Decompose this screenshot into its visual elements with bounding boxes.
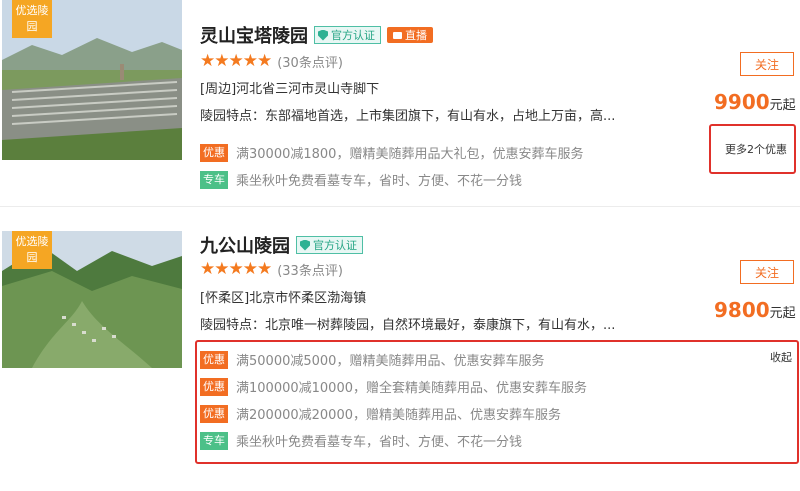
official-badge: 官方认证	[314, 26, 381, 44]
promo-text: 满50000减5000，赠精美随葬用品、优惠安葬车服务	[236, 354, 545, 369]
collapse-button[interactable]: 收起	[770, 349, 792, 365]
featured-tag: 优选陵园	[12, 231, 52, 269]
promo-text: 满100000减10000，赠全套精美随葬用品、优惠安葬车服务	[236, 381, 587, 396]
promo-label: 专车	[200, 170, 228, 189]
feature-text: 陵园特点：东部福地首选，上市集团旗下，有山有水，占地上万亩，高...	[200, 109, 616, 124]
follow-button[interactable]: 关注	[740, 260, 794, 284]
price-unit: 元起	[769, 98, 796, 113]
official-badge-label: 官方认证	[331, 29, 375, 42]
featured-tag: 优选陵园	[12, 0, 52, 38]
feature-text: 陵园特点：北京唯一树葬陵园，自然环境最好，泰康旗下，有山有水，...	[200, 318, 616, 333]
promo-text: 乘坐秋叶免费看墓专车，省时、方便、不花一分钱	[236, 174, 523, 189]
follow-button[interactable]: 关注	[740, 52, 794, 76]
review-count[interactable]: (30条点评)	[277, 52, 343, 71]
live-badge[interactable]: 直播	[387, 27, 433, 43]
promo-label: 优惠	[200, 404, 228, 423]
cemetery-photo-1[interactable]: 优选陵园	[2, 0, 182, 160]
promo-text: 乘坐秋叶免费看墓专车，省时、方便、不花一分钱	[236, 435, 523, 450]
star-rating: ★★★★★	[200, 259, 272, 279]
rating: ★★★★★ (30条点评)	[200, 51, 343, 71]
promo-item: 优惠 满30000减1800，赠精美随葬用品大礼包，优惠安葬车服务	[200, 143, 583, 162]
video-camera-icon	[393, 31, 402, 39]
promo-label: 优惠	[200, 143, 228, 162]
price: 9800元起	[714, 298, 796, 322]
price: 9900元起	[714, 90, 796, 114]
title-row: 九公山陵园 官方认证	[200, 232, 363, 258]
shield-icon	[318, 29, 328, 41]
promo-label: 优惠	[200, 377, 228, 396]
promo-item: 优惠 满200000减20000，赠精美随葬用品、优惠安葬车服务	[200, 404, 561, 423]
card-divider	[0, 206, 800, 207]
promo-label: 专车	[200, 431, 228, 450]
more-offers-label: 更多2个优惠	[725, 143, 787, 156]
review-count[interactable]: (33条点评)	[277, 260, 343, 279]
cemetery-photo-2[interactable]: 优选陵园	[2, 231, 182, 368]
price-unit: 元起	[769, 306, 796, 321]
promo-item: 优惠 满50000减5000，赠精美随葬用品、优惠安葬车服务	[200, 350, 544, 369]
cemetery-card-1: 优选陵园 灵山宝塔陵园 官方认证 直播 ★★★★★ (30条点评) [周边]河北…	[0, 0, 800, 205]
title-row: 灵山宝塔陵园 官方认证 直播	[200, 22, 433, 48]
price-value: 9800	[714, 298, 770, 322]
star-rating: ★★★★★	[200, 51, 272, 71]
promo-item: 专车 乘坐秋叶免费看墓专车，省时、方便、不花一分钱	[200, 170, 522, 189]
promo-label: 优惠	[200, 350, 228, 369]
address: [周边]河北省三河市灵山寺脚下	[200, 82, 380, 97]
cemetery-name[interactable]: 灵山宝塔陵园	[200, 22, 308, 48]
official-badge-label: 官方认证	[313, 239, 357, 252]
rating: ★★★★★ (33条点评)	[200, 259, 343, 279]
more-offers-button[interactable]: 更多2个优惠	[709, 124, 796, 174]
address: [怀柔区]北京市怀柔区渤海镇	[200, 291, 367, 306]
cemetery-name[interactable]: 九公山陵园	[200, 232, 290, 258]
shield-icon	[300, 239, 310, 251]
promo-item: 专车 乘坐秋叶免费看墓专车，省时、方便、不花一分钱	[200, 431, 522, 450]
promo-item: 优惠 满100000减10000，赠全套精美随葬用品、优惠安葬车服务	[200, 377, 587, 396]
official-badge: 官方认证	[296, 236, 363, 254]
price-value: 9900	[714, 90, 770, 114]
promo-text: 满200000减20000，赠精美随葬用品、优惠安葬车服务	[236, 408, 561, 423]
live-badge-label: 直播	[405, 29, 427, 42]
promo-text: 满30000减1800，赠精美随葬用品大礼包，优惠安葬车服务	[236, 147, 584, 162]
